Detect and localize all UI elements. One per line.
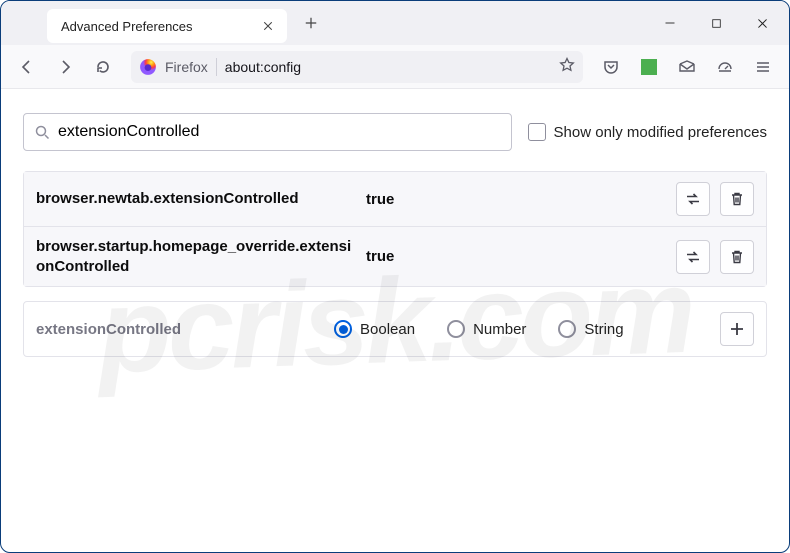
pref-row: browser.newtab.extensionControlled true bbox=[24, 172, 766, 226]
search-box[interactable] bbox=[23, 113, 512, 151]
new-pref-name: extensionControlled bbox=[36, 321, 316, 338]
tab-title: Advanced Preferences bbox=[61, 19, 193, 34]
bookmark-star-icon[interactable] bbox=[559, 57, 575, 76]
extension-icon[interactable] bbox=[633, 51, 665, 83]
toggle-icon bbox=[685, 249, 701, 265]
radio-label: Boolean bbox=[360, 321, 415, 338]
maximize-button[interactable] bbox=[693, 4, 739, 42]
type-radio-group: Boolean Number String bbox=[334, 320, 702, 338]
url-bar[interactable]: Firefox about:config bbox=[131, 51, 583, 83]
search-row: Show only modified preferences bbox=[23, 113, 767, 151]
firefox-icon bbox=[139, 58, 157, 76]
menu-button[interactable] bbox=[747, 51, 779, 83]
new-tab-button[interactable] bbox=[297, 9, 325, 37]
radio-string[interactable]: String bbox=[558, 320, 623, 338]
identity-label: Firefox bbox=[165, 59, 208, 75]
minimize-button[interactable] bbox=[647, 4, 693, 42]
delete-button[interactable] bbox=[720, 182, 754, 216]
back-button[interactable] bbox=[11, 51, 43, 83]
radio-boolean[interactable]: Boolean bbox=[334, 320, 415, 338]
mail-icon[interactable] bbox=[671, 51, 703, 83]
toggle-button[interactable] bbox=[676, 182, 710, 216]
toggle-icon bbox=[685, 191, 701, 207]
nav-toolbar: Firefox about:config bbox=[1, 45, 789, 89]
radio-icon bbox=[334, 320, 352, 338]
forward-button[interactable] bbox=[49, 51, 81, 83]
delete-button[interactable] bbox=[720, 240, 754, 274]
radio-number[interactable]: Number bbox=[447, 320, 526, 338]
checkbox-icon[interactable] bbox=[528, 123, 546, 141]
search-icon bbox=[34, 124, 50, 140]
radio-label: Number bbox=[473, 321, 526, 338]
radio-label: String bbox=[584, 321, 623, 338]
add-button[interactable] bbox=[720, 312, 754, 346]
plus-icon bbox=[729, 321, 745, 337]
content-area: Show only modified preferences browser.n… bbox=[1, 89, 789, 381]
titlebar: Advanced Preferences bbox=[1, 1, 789, 45]
pref-row: browser.startup.homepage_override.extens… bbox=[24, 226, 766, 286]
radio-icon bbox=[558, 320, 576, 338]
modified-only-toggle[interactable]: Show only modified preferences bbox=[528, 123, 767, 141]
reload-button[interactable] bbox=[87, 51, 119, 83]
modified-only-label: Show only modified preferences bbox=[554, 124, 767, 141]
urlbar-separator bbox=[216, 58, 217, 76]
toggle-button[interactable] bbox=[676, 240, 710, 274]
radio-icon bbox=[447, 320, 465, 338]
pref-value: true bbox=[366, 248, 666, 265]
url-text: about:config bbox=[225, 59, 301, 75]
search-input[interactable] bbox=[58, 123, 501, 141]
pocket-icon[interactable] bbox=[595, 51, 627, 83]
trash-icon bbox=[729, 249, 745, 265]
prefs-table: browser.newtab.extensionControlled true … bbox=[23, 171, 767, 287]
close-tab-icon[interactable] bbox=[259, 17, 277, 35]
pref-value: true bbox=[366, 191, 666, 208]
trash-icon bbox=[729, 191, 745, 207]
close-window-button[interactable] bbox=[739, 4, 785, 42]
dashboard-icon[interactable] bbox=[709, 51, 741, 83]
add-pref-row: extensionControlled Boolean Number Strin… bbox=[23, 301, 767, 357]
browser-tab[interactable]: Advanced Preferences bbox=[47, 9, 287, 43]
pref-name: browser.startup.homepage_override.extens… bbox=[36, 237, 356, 276]
pref-name: browser.newtab.extensionControlled bbox=[36, 189, 356, 209]
